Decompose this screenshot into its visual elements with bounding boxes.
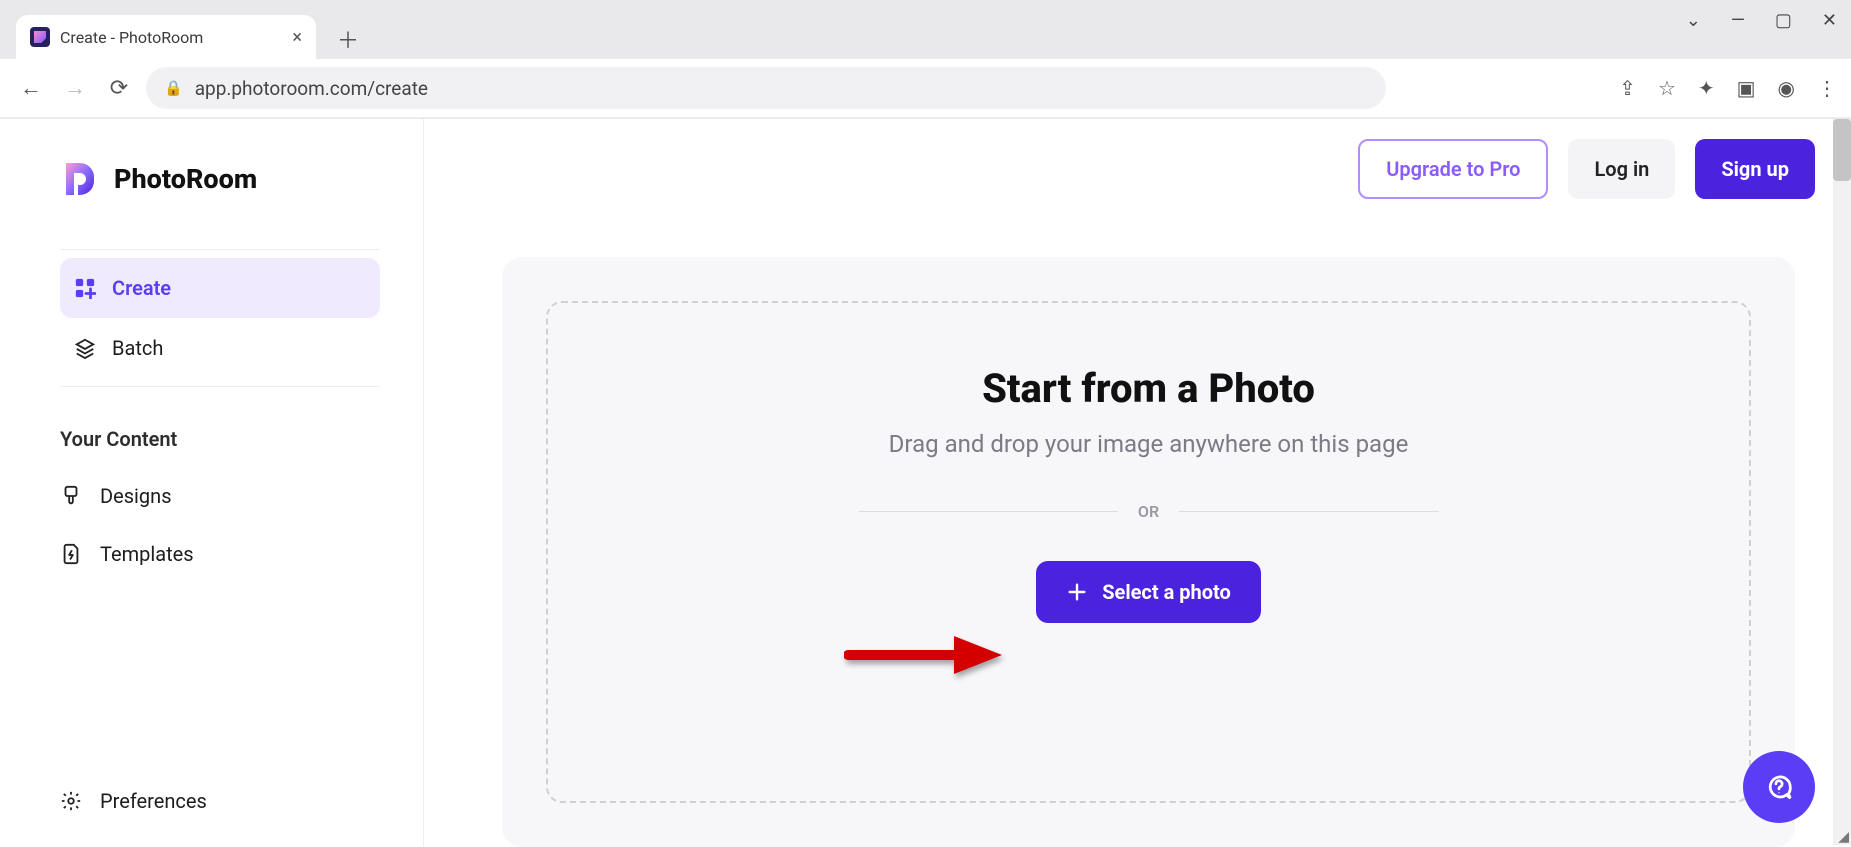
close-tab-icon[interactable]: ×	[292, 27, 302, 48]
sidepanel-icon[interactable]: ▣	[1737, 76, 1756, 100]
minimize-icon[interactable]: ―	[1731, 10, 1745, 31]
scroll-corner-icon: ◢	[1838, 829, 1849, 845]
bookmark-star-icon[interactable]: ☆	[1658, 76, 1676, 100]
select-photo-button[interactable]: Select a photo	[1036, 561, 1261, 623]
sidebar-item-preferences[interactable]: Preferences	[60, 789, 423, 813]
button-label: Select a photo	[1102, 580, 1231, 604]
maximize-icon[interactable]: ▢	[1775, 10, 1792, 31]
grid-plus-icon	[74, 277, 96, 299]
login-button[interactable]: Log in	[1568, 139, 1675, 199]
dropzone-title: Start from a Photo	[982, 365, 1315, 412]
dropzone-divider: OR	[859, 502, 1439, 521]
sidebar-primary-nav: Create Batch	[60, 249, 380, 387]
sidebar-item-create[interactable]: Create	[60, 258, 380, 318]
extensions-puzzle-icon[interactable]: ✦	[1698, 76, 1715, 100]
signup-button[interactable]: Sign up	[1695, 139, 1815, 199]
dropzone-or-label: OR	[1138, 502, 1159, 521]
forward-button: →	[58, 71, 92, 105]
back-button[interactable]: ←	[14, 71, 48, 105]
brand-name: PhotoRoom	[114, 163, 257, 195]
sidebar-item-templates[interactable]: Templates	[60, 525, 423, 583]
app-root: PhotoRoom Create Batch Your Content	[0, 119, 1851, 847]
reload-button[interactable]: ⟳	[102, 71, 136, 105]
dropzone[interactable]: Start from a Photo Drag and drop your im…	[546, 301, 1751, 803]
toolbar-right: ⇪ ☆ ✦ ▣ ◉ ⋮	[1619, 76, 1837, 100]
brand[interactable]: PhotoRoom	[60, 159, 423, 199]
tab-strip: Create - PhotoRoom × ＋ ⌄ ― ▢ ✕	[0, 0, 1851, 59]
tab-title: Create - PhotoRoom	[60, 28, 203, 47]
main-pane: Upgrade to Pro Log in Sign up Start from…	[424, 119, 1851, 847]
browser-chrome: Create - PhotoRoom × ＋ ⌄ ― ▢ ✕ ← → ⟳ 🔒 a…	[0, 0, 1851, 119]
dropzone-subtitle: Drag and drop your image anywhere on thi…	[889, 430, 1409, 458]
browser-tab[interactable]: Create - PhotoRoom ×	[16, 15, 316, 59]
gear-icon	[60, 790, 82, 812]
scrollbar-track[interactable]	[1833, 119, 1851, 845]
upgrade-to-pro-button[interactable]: Upgrade to Pro	[1358, 139, 1548, 199]
sidebar: PhotoRoom Create Batch Your Content	[0, 119, 424, 847]
button-label: Sign up	[1721, 157, 1789, 181]
sidebar-item-batch[interactable]: Batch	[60, 318, 380, 378]
top-action-bar: Upgrade to Pro Log in Sign up	[1358, 139, 1815, 199]
layers-icon	[74, 337, 96, 359]
omnibox[interactable]: 🔒 app.photoroom.com/create	[146, 67, 1386, 109]
profile-avatar-icon[interactable]: ◉	[1778, 76, 1795, 100]
sidebar-content-nav: Designs Templates	[60, 467, 423, 583]
photoroom-logo-icon	[60, 159, 100, 199]
sidebar-item-designs[interactable]: Designs	[60, 467, 423, 525]
sidebar-item-label: Preferences	[100, 789, 207, 813]
sidebar-item-label: Designs	[100, 484, 172, 508]
close-window-icon[interactable]: ✕	[1822, 10, 1837, 31]
brush-icon	[60, 485, 82, 507]
help-chat-fab[interactable]	[1743, 751, 1815, 823]
new-tab-button[interactable]: ＋	[328, 19, 368, 59]
dropzone-card: Start from a Photo Drag and drop your im…	[502, 257, 1795, 847]
button-label: Log in	[1594, 157, 1649, 181]
sidebar-item-label: Templates	[100, 542, 194, 566]
plus-icon	[1066, 581, 1088, 603]
sidebar-item-label: Batch	[112, 336, 163, 360]
sidebar-section-label: Your Content	[60, 427, 423, 451]
divider-line	[1179, 511, 1438, 512]
button-label: Upgrade to Pro	[1386, 157, 1520, 181]
address-bar: ← → ⟳ 🔒 app.photoroom.com/create ⇪ ☆ ✦ ▣…	[0, 59, 1851, 118]
share-icon[interactable]: ⇪	[1619, 76, 1636, 100]
sidebar-item-label: Create	[112, 276, 171, 300]
chevron-down-icon[interactable]: ⌄	[1686, 10, 1701, 31]
scrollbar-thumb[interactable]	[1833, 119, 1851, 181]
kebab-menu-icon[interactable]: ⋮	[1817, 76, 1837, 100]
divider-line	[859, 511, 1118, 512]
window-controls: ⌄ ― ▢ ✕	[1686, 10, 1837, 31]
photoroom-favicon-icon	[30, 27, 50, 47]
url-text: app.photoroom.com/create	[195, 77, 428, 100]
chat-question-icon	[1764, 772, 1794, 802]
file-bolt-icon	[60, 543, 82, 565]
lock-icon: 🔒	[164, 79, 183, 97]
